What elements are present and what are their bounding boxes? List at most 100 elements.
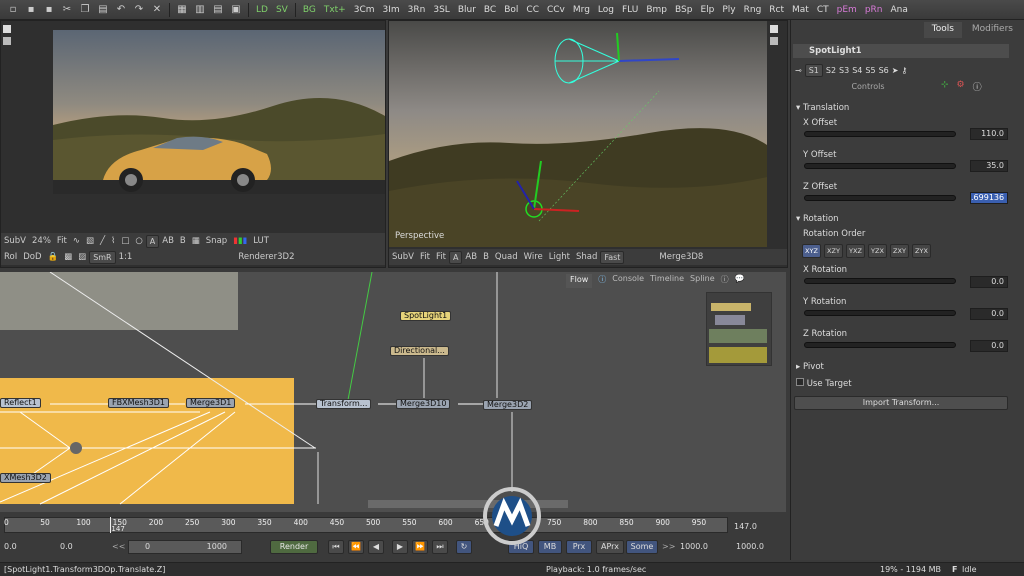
grid-icon[interactable]: ▦	[189, 236, 203, 246]
subtab-s2[interactable]: S2	[826, 66, 836, 75]
tool-button[interactable]: BSp	[671, 2, 696, 18]
b-buffer-button[interactable]: B	[480, 252, 492, 262]
pin-icon[interactable]: ⊸	[795, 66, 802, 75]
cut-icon[interactable]: ✂	[61, 4, 73, 16]
tool-button[interactable]: Rng	[740, 2, 766, 18]
use-target-row[interactable]: Use Target	[796, 378, 1010, 389]
current-time[interactable]: 147.0	[734, 522, 757, 531]
transform-icon[interactable]: ⊹	[941, 80, 949, 93]
flow-navigator[interactable]	[706, 292, 772, 366]
checker-icon[interactable]: ▩	[61, 252, 75, 262]
node-transform[interactable]: Transform...	[316, 399, 372, 409]
order-xzy-button[interactable]: XZY	[824, 244, 843, 258]
a-buffer-button[interactable]: A	[145, 234, 160, 248]
node-merge3d2[interactable]: Merge3D2	[483, 400, 533, 410]
tool-button[interactable]: BC	[480, 2, 500, 18]
node-merge3d1[interactable]: Merge3D1	[186, 398, 236, 408]
subtab-s3[interactable]: S3	[839, 66, 849, 75]
ellipse-icon[interactable]: ○	[132, 236, 145, 246]
node-merge3d10[interactable]: Merge3D10	[396, 399, 451, 409]
tab-timeline[interactable]: Timeline	[650, 274, 684, 288]
tool-button[interactable]: Txt+	[320, 2, 350, 18]
render-button[interactable]: Render	[270, 540, 318, 554]
zoom-level[interactable]: 24%	[29, 236, 54, 246]
tool-button[interactable]: Elp	[696, 2, 718, 18]
tab-spline[interactable]: Spline	[690, 274, 715, 288]
paste-icon[interactable]: ▤	[97, 4, 109, 16]
pivot-section[interactable]: ▸ Pivot	[796, 362, 1010, 372]
z-offset-slider[interactable]	[804, 195, 956, 201]
snap-button[interactable]: Snap	[203, 236, 230, 246]
node-reflect[interactable]: Reflect1	[0, 398, 41, 408]
start-time-2[interactable]: 0.0	[60, 542, 73, 551]
x-offset-slider[interactable]	[804, 131, 956, 137]
layout-icon-4[interactable]: ▣	[230, 4, 242, 16]
view-icon[interactable]	[770, 25, 778, 33]
goto-start-button[interactable]: ⏮	[328, 540, 344, 554]
tool-button[interactable]: pRn	[861, 2, 887, 18]
dod-button[interactable]: DoD	[20, 252, 44, 262]
node-directional[interactable]: Directional...	[390, 346, 449, 356]
ab-icon[interactable]: AB	[159, 236, 177, 246]
tool-button[interactable]: Bol	[500, 2, 522, 18]
tool-button[interactable]: CC	[522, 2, 543, 18]
layout-icon-3[interactable]: ▤	[212, 4, 224, 16]
tool-button[interactable]: Log	[594, 2, 618, 18]
tool-button[interactable]: LD	[252, 2, 272, 18]
subtab-s6[interactable]: S6	[879, 66, 889, 75]
tool-button[interactable]: Blur	[454, 2, 480, 18]
z-offset-field[interactable]: .699136	[970, 192, 1008, 204]
x-rotation-slider[interactable]	[804, 278, 956, 284]
left-viewer[interactable]: SubV 24% Fit ∿ ▧ ╱ ⌇ □ ○ A AB B ▦ Snap ▮…	[0, 20, 386, 268]
tab-flow[interactable]: Flow	[566, 274, 593, 288]
ab-icon[interactable]: AB	[462, 252, 480, 262]
goto-end-button[interactable]: ⏭	[432, 540, 448, 554]
loop-button[interactable]: ↻	[456, 540, 472, 554]
view-icon[interactable]	[3, 25, 11, 33]
some-button[interactable]: Some	[626, 540, 658, 554]
key-icon[interactable]: ⚷	[901, 66, 907, 75]
range-right-icon[interactable]: >>	[662, 542, 675, 551]
save-icon[interactable]: ▪	[43, 4, 55, 16]
order-yzx-button[interactable]: YZX	[868, 244, 887, 258]
tool-button[interactable]: Bmp	[642, 2, 671, 18]
y-rotation-field[interactable]: 0.0	[970, 308, 1008, 320]
node-header[interactable]: SpotLight1	[793, 44, 1009, 58]
subview-button[interactable]: SubV	[389, 252, 417, 262]
order-yxz-button[interactable]: YXZ	[846, 244, 865, 258]
order-xyz-button[interactable]: XYZ	[802, 244, 821, 258]
tab-modifiers[interactable]: Modifiers	[964, 22, 1021, 38]
x-offset-field[interactable]: 110.0	[970, 128, 1008, 140]
end-time-2[interactable]: 1000.0	[736, 542, 764, 551]
roi-button[interactable]: RoI	[1, 252, 20, 262]
redo-icon[interactable]: ↷	[133, 4, 145, 16]
prx-button[interactable]: Prx	[566, 540, 592, 554]
node-xmesh[interactable]: XMesh3D2	[0, 473, 51, 483]
undo-icon[interactable]: ↶	[115, 4, 127, 16]
node-spotlight[interactable]: SpotLight1	[400, 311, 452, 321]
tool-button[interactable]: 3Im	[379, 2, 404, 18]
subtab-s4[interactable]: S4	[852, 66, 862, 75]
one-to-one-button[interactable]: 1:1	[116, 252, 136, 262]
subtab-s1[interactable]: S1	[804, 64, 823, 77]
subtab-s5[interactable]: S5	[865, 66, 875, 75]
range-left-icon[interactable]: <<	[112, 542, 125, 551]
x-rotation-field[interactable]: 0.0	[970, 276, 1008, 288]
tool-button[interactable]: SV	[272, 2, 292, 18]
tool-button[interactable]: Mrg	[569, 2, 594, 18]
quad-button[interactable]: Quad	[492, 252, 521, 262]
tool-button[interactable]: FLU	[618, 2, 642, 18]
tool-button[interactable]: BG	[299, 2, 320, 18]
copy-icon[interactable]: ❐	[79, 4, 91, 16]
aprx-button[interactable]: APrx	[596, 540, 624, 554]
range-slider[interactable]: 0 1000	[128, 540, 242, 554]
subview-button[interactable]: SubV	[1, 236, 29, 246]
rotation-section[interactable]: ▾ Rotation	[796, 214, 1010, 224]
right-viewer[interactable]: Perspective SubV Fit Fit A AB B Quad Wir…	[388, 20, 788, 268]
order-zxy-button[interactable]: ZXY	[890, 244, 909, 258]
layout-icon-1[interactable]: ▦	[176, 4, 188, 16]
layout-icon-2[interactable]: ▥	[194, 4, 206, 16]
settings-icon[interactable]: ⚙	[957, 80, 965, 93]
smr-button[interactable]: SmR	[89, 250, 116, 264]
checker2-icon[interactable]: ▨	[75, 252, 89, 262]
